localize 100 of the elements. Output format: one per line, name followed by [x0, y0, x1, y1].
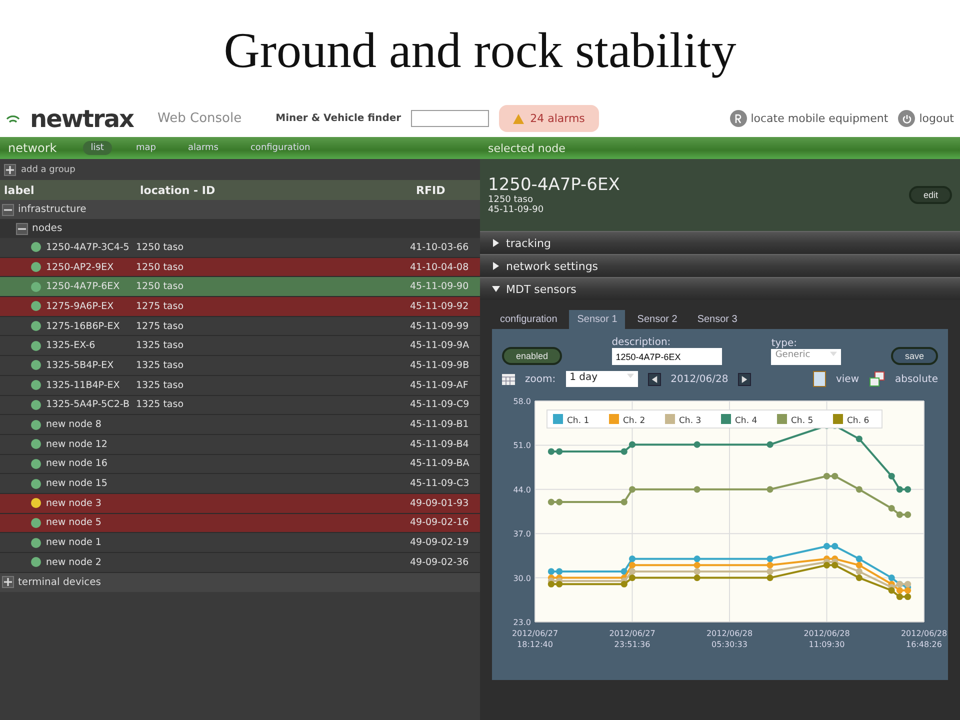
- data-point: [904, 511, 912, 518]
- node-label: 1325-11B4P-EX: [46, 380, 121, 391]
- nav-tab[interactable]: list: [82, 141, 112, 155]
- sensor-tab[interactable]: Sensor 2: [629, 310, 686, 329]
- view-link[interactable]: view: [836, 374, 859, 384]
- r-circle-icon: [730, 110, 747, 127]
- nav-tab[interactable]: configuration: [242, 141, 318, 155]
- node-rfid: 45-11-09-9A: [410, 340, 470, 352]
- node-row[interactable]: 1325-5A4P-5C2-B 1325 taso 45-11-09-C9: [0, 396, 480, 416]
- date-label: 2012/06/28: [670, 374, 728, 384]
- calendar-icon: [502, 374, 515, 384]
- node-row[interactable]: new node 3 49-09-01-93: [0, 494, 480, 514]
- node-label: 1325-5A4P-5C2-B: [46, 399, 130, 410]
- section-title: selected node: [488, 142, 566, 154]
- save-button[interactable]: save: [890, 347, 938, 365]
- node-label: new node 15: [46, 478, 108, 490]
- x-tick-label: 2012/06/28 16:48:26: [900, 629, 948, 649]
- data-point: [856, 436, 862, 442]
- x-tick-label: 2012/06/27 23:51:36: [609, 629, 656, 649]
- add-group-label[interactable]: add a group: [21, 164, 76, 174]
- x-tick-label: 2012/06/28 05:30:33: [706, 629, 753, 649]
- zoom-select[interactable]: 1 day: [566, 371, 638, 387]
- sensor-tab[interactable]: Sensor 3: [689, 310, 746, 329]
- x-tick-label: 2012/06/28 11:09:30: [804, 629, 850, 649]
- node-row[interactable]: 1250-AP2-9EX 1250 taso 41-10-04-08: [0, 258, 480, 278]
- description-input[interactable]: 1250-4A7P-6EX: [612, 348, 722, 365]
- nav-tab[interactable]: map: [128, 141, 164, 155]
- logout-link[interactable]: logout: [898, 110, 954, 127]
- caret-icon: [830, 350, 838, 357]
- nav-tab[interactable]: alarms: [180, 141, 226, 155]
- y-tick-label: 44.0: [513, 485, 531, 494]
- legend-label: Ch. 2: [623, 416, 646, 426]
- collapse-button[interactable]: [16, 222, 28, 234]
- legend-label: Ch. 6: [847, 416, 870, 426]
- description-label: description:: [612, 337, 672, 348]
- wireless-signal-icon: [6, 114, 20, 124]
- x-tick-label: 2012/06/27 18:12:40: [512, 629, 558, 649]
- node-rfid: 45-11-09-AF: [410, 380, 470, 391]
- node-row[interactable]: 1250-4A7P-6EX 1250 taso 45-11-09-90: [0, 277, 480, 298]
- node-rfid: 45-11-09-92: [410, 300, 470, 312]
- finder-label: Miner & Vehicle finder: [276, 113, 402, 124]
- node-label: new node 16: [46, 458, 108, 470]
- column-header: RFID: [416, 184, 446, 196]
- locate-link[interactable]: locate mobile equipment: [730, 110, 888, 127]
- previous-button[interactable]: [648, 372, 661, 386]
- node-row[interactable]: new node 16 45-11-09-BA: [0, 454, 480, 474]
- absolute-link[interactable]: absolute: [895, 374, 938, 384]
- enabled-toggle[interactable]: enabled: [502, 347, 562, 365]
- data-point: [888, 472, 895, 480]
- group-label: infrastructure: [18, 204, 86, 215]
- node-rfid: 45-11-09-B1: [410, 419, 470, 430]
- collapse-button[interactable]: [2, 204, 14, 216]
- plus-icon: [4, 578, 12, 586]
- legend-label: Ch. 5: [791, 416, 814, 426]
- node-rfid: 45-11-09-B4: [410, 438, 470, 450]
- type-select[interactable]: Generic: [771, 349, 842, 365]
- node-label: 1250-4A7P-3C4-5: [46, 242, 130, 253]
- node-name: 1250-4A7P-6EX: [488, 175, 620, 195]
- node-row[interactable]: new node 5 49-09-02-16: [0, 514, 480, 534]
- sensor-tab[interactable]: configuration: [492, 310, 566, 329]
- accordion-header[interactable]: network settings: [480, 254, 960, 277]
- edit-button[interactable]: edit: [909, 186, 952, 204]
- node-row[interactable]: 1275-9A6P-EX 1275 taso 45-11-09-92: [0, 297, 480, 317]
- accordion-header[interactable]: tracking: [480, 231, 960, 254]
- data-point: [628, 486, 636, 493]
- node-rfid: 49-09-02-36: [410, 556, 470, 568]
- node-location: 1250 taso: [136, 262, 185, 273]
- expanded-triangle-icon: [492, 285, 500, 293]
- node-rfid: 45-11-09-90: [410, 281, 470, 292]
- expand-button[interactable]: [2, 576, 14, 588]
- alarms-badge[interactable]: 24 alarms: [499, 105, 599, 132]
- add-button[interactable]: [4, 164, 16, 176]
- node-rfid: 45-11-09-BA: [410, 458, 470, 470]
- node-rfid: 45-11-09-99: [410, 320, 470, 332]
- slide-title: Ground and rock stability: [222, 21, 738, 80]
- right-triangle-icon: [741, 376, 748, 382]
- node-label: 1275-9A6P-EX: [46, 300, 115, 312]
- finder-input[interactable]: [411, 110, 490, 127]
- data-point: [896, 486, 903, 493]
- tree-group-row[interactable]: infrastructure: [0, 200, 480, 219]
- data-point: [694, 486, 700, 493]
- accordion-header[interactable]: MDT sensors: [480, 277, 960, 300]
- plus-icon: [6, 166, 14, 174]
- node-label: 1275-16B6P-EX: [46, 320, 121, 332]
- node-rfid: 49-09-02-19: [410, 537, 470, 548]
- data-point: [556, 498, 563, 506]
- node-rfid: 45-11-09-C9: [410, 399, 470, 410]
- tree-group-row[interactable]: terminal devices: [0, 572, 480, 592]
- node-label: new node 3: [46, 498, 102, 509]
- collapsed-triangle-icon: [492, 262, 500, 270]
- tree-group-row[interactable]: nodes: [0, 219, 480, 238]
- node-rfid: 45-11-09-C3: [410, 478, 470, 490]
- next-button[interactable]: [738, 372, 752, 386]
- node-label: new node 8: [46, 419, 102, 430]
- column-header: label: [4, 184, 36, 196]
- node-label: 1325-5B4P-EX: [46, 360, 115, 371]
- sensor-tab[interactable]: Sensor 1: [569, 310, 626, 329]
- node-location: 1250 taso: [136, 281, 185, 292]
- swap-icon: [869, 371, 885, 387]
- node-label: 1325-EX-6: [46, 340, 96, 352]
